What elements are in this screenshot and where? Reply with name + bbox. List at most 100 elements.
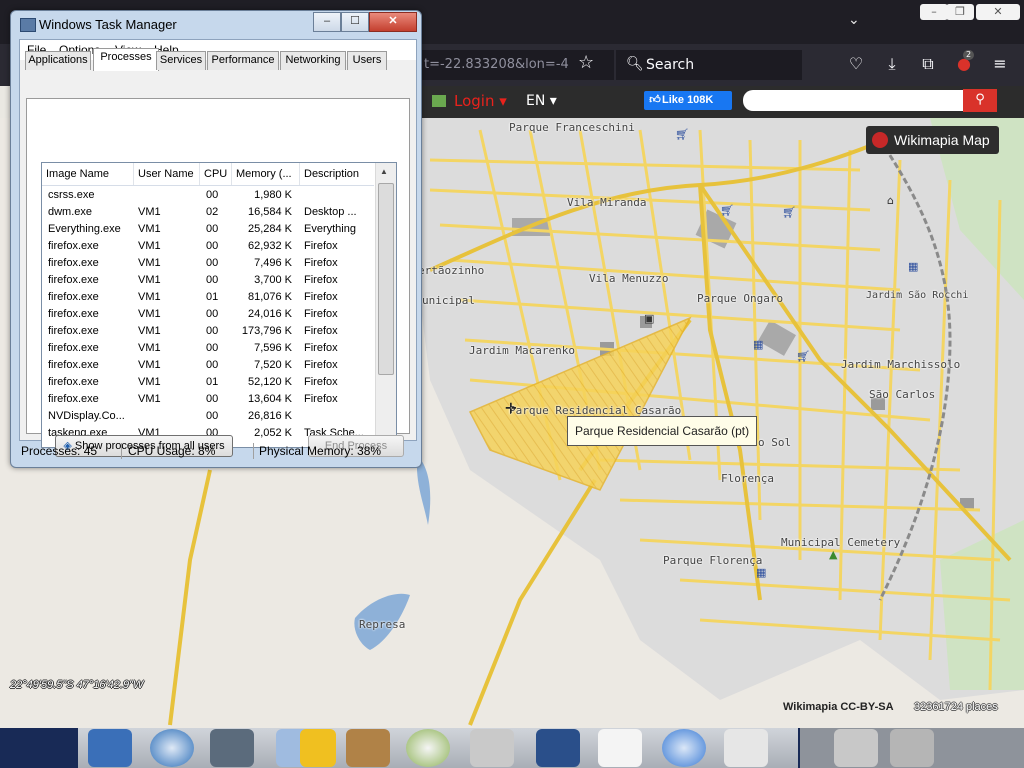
tm-maximize-button[interactable]: ☐ [341,12,369,32]
building-icon[interactable]: ▦ [908,260,918,273]
scroll-up-icon[interactable]: ▲ [380,167,388,176]
process-user: VM1 [138,325,161,337]
place-label[interactable]: Jardim Macarenko [469,344,575,357]
system-preferences-icon[interactable] [724,729,768,767]
process-name: csrss.exe [48,189,95,201]
restore-window-button[interactable]: ❐ [946,4,974,20]
table-row[interactable]: firefox.exe VM1 00 7,596 K Firefox [42,340,374,357]
tab-services[interactable]: Services [156,51,206,70]
place-label[interactable]: ertãozinho [418,264,484,277]
tab-applications[interactable]: Applications [25,51,91,70]
col-cpu[interactable]: CPU [200,163,232,185]
process-cpu: 00 [206,189,219,201]
place-label[interactable]: o Sol [758,436,791,449]
table-row[interactable]: dwm.exe VM1 02 16,584 K Desktop ... [42,204,374,221]
wikimapia-map-badge[interactable]: Wikimapia Map [866,126,999,154]
table-row[interactable]: csrss.exe 00 1,980 K [42,187,374,204]
itunes-icon[interactable] [406,729,450,767]
place-label[interactable]: Parque Ongaro [697,292,783,305]
imovie-icon[interactable] [536,729,580,767]
ical-icon[interactable] [598,729,642,767]
process-description: Firefox [304,240,338,252]
pocket-icon[interactable]: ♡ [846,54,866,73]
process-memory: 7,520 K [254,359,292,371]
process-memory: 26,816 K [247,410,292,422]
safari-icon[interactable] [150,729,194,767]
place-label[interactable]: Parque Franceschini [509,121,635,134]
tab-performance[interactable]: Performance [207,51,279,70]
table-row[interactable]: firefox.exe VM1 01 81,076 K Firefox [42,289,374,306]
status-divider [253,443,254,459]
place-label[interactable]: Vila Miranda [567,196,646,209]
shopping-cart-icon[interactable]: 🛒︎ [782,206,796,219]
tab-users[interactable]: Users [347,51,387,70]
process-list-scrollbar[interactable]: ▲ ▼ [375,163,396,447]
aim-icon[interactable] [300,729,336,767]
process-name: firefox.exe [48,359,99,371]
table-row[interactable]: firefox.exe VM1 00 24,016 K Firefox [42,306,374,323]
table-row[interactable]: firefox.exe VM1 00 7,520 K Firefox [42,357,374,374]
table-row[interactable]: firefox.exe VM1 00 3,700 K Firefox [42,272,374,289]
table-row[interactable]: firefox.exe VM1 00 62,932 K Firefox [42,238,374,255]
table-row[interactable]: firefox.exe VM1 00 173,796 K Firefox [42,323,374,340]
extensions-icon[interactable]: ⧉ [918,54,938,74]
quicktime-icon[interactable] [662,729,706,767]
place-label[interactable]: Parque Florença [663,554,762,567]
browser-search-box[interactable]: 🔍︎ Search [616,50,802,80]
tab-processes[interactable]: Processes [93,48,159,71]
tm-close-button[interactable]: ✕ [369,12,417,32]
process-user: VM1 [138,376,161,388]
cemetery-icon[interactable]: ▲ [829,548,837,561]
place-label[interactable]: unicipal [422,294,475,307]
finder-icon[interactable] [88,729,132,767]
language-select[interactable]: EN ▾ [526,93,557,109]
col-user-name[interactable]: User Name [134,163,200,185]
process-memory: 52,120 K [247,376,292,388]
facebook-like-button[interactable]: 👍︎Like 108K [644,91,732,110]
table-row[interactable]: Everything.exe VM1 00 25,284 K Everything [42,221,374,238]
address-book-icon[interactable] [346,729,390,767]
downloads-stack-icon[interactable] [834,729,878,767]
hamburger-menu-icon[interactable]: ≡ [990,54,1010,73]
table-row[interactable]: firefox.exe VM1 00 13,604 K Firefox [42,391,374,408]
tm-minimize-button[interactable]: – [313,12,341,32]
place-label[interactable]: Jardim São Rocchi [866,290,968,301]
minimize-window-button[interactable]: – [920,4,948,20]
process-list[interactable]: Image Name User Name CPU Memory (... Des… [41,162,397,448]
shopping-cart-icon[interactable]: 🛒︎ [675,128,689,141]
bookmark-star-icon[interactable]: ☆ [578,52,594,73]
close-window-button[interactable]: ✕ [976,4,1020,20]
place-label[interactable]: Municipal Cemetery [781,536,900,549]
table-row[interactable]: NVDisplay.Co... 00 26,816 K [42,408,374,425]
building-icon[interactable]: ▦ [753,338,763,351]
process-user: VM1 [138,342,161,354]
trash-icon[interactable] [890,729,934,767]
table-row[interactable]: firefox.exe VM1 01 52,120 K Firefox [42,374,374,391]
place-label[interactable]: Represa [359,618,405,631]
place-label[interactable]: Jardim Marchissolo [841,358,960,371]
process-cpu: 00 [206,257,219,269]
building-icon[interactable]: ▦ [756,566,766,579]
scrollbar-thumb[interactable] [378,183,394,375]
place-label[interactable]: São Carlos [869,388,935,401]
tab-list-chevron-icon[interactable]: ⌄ [848,12,860,28]
wikimapia-search-button[interactable]: ⚲ [963,89,997,112]
tab-networking[interactable]: Networking [280,51,346,70]
download-icon[interactable]: ⤓ [882,54,902,74]
license-text[interactable]: Wikimapia CC-BY-SA [783,701,894,713]
shopping-cart-icon[interactable]: 🛒︎ [720,204,734,217]
school-icon[interactable]: ⌂ [887,194,894,207]
place-label[interactable]: Florença [721,472,774,485]
place-label[interactable]: Vila Menuzzo [589,272,668,285]
col-image-name[interactable]: Image Name [42,163,134,185]
preview-icon[interactable] [210,729,254,767]
shopping-cart-icon[interactable]: 🛒︎ [796,350,810,363]
col-memory[interactable]: Memory (... [232,163,300,185]
login-link[interactable]: Login ▾ [454,92,507,110]
iphoto-icon[interactable] [470,729,514,767]
col-description[interactable]: Description [300,163,374,185]
process-user: VM1 [138,274,161,286]
monitor-icon[interactable]: ▣ [644,312,654,325]
table-row[interactable]: firefox.exe VM1 00 7,496 K Firefox [42,255,374,272]
wikimapia-search-input[interactable] [743,90,965,111]
